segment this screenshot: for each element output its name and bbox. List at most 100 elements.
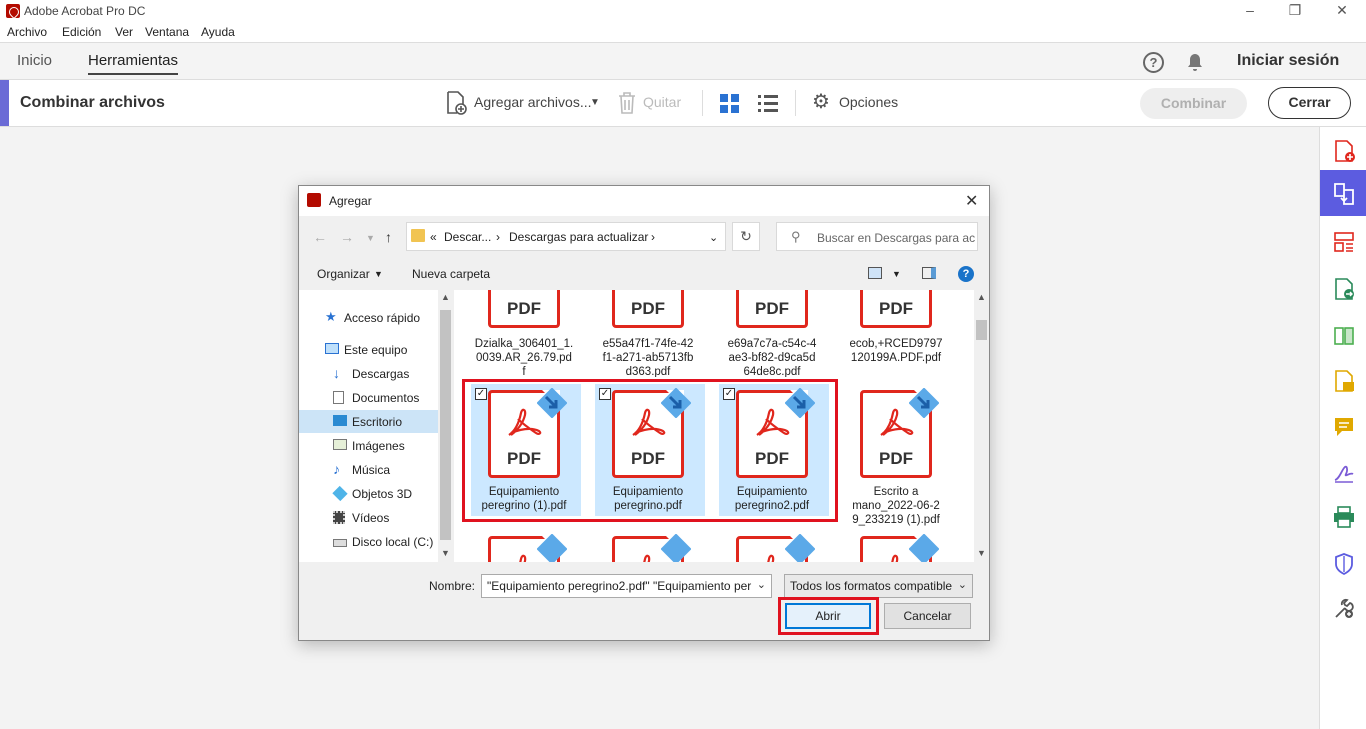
nav-pictures[interactable]: Imágenes	[333, 439, 405, 453]
right-tools-panel	[1319, 127, 1366, 729]
list-view-icon[interactable]	[758, 95, 778, 112]
address-bar[interactable]: « Descar... › Descargas para actualizar …	[406, 222, 726, 251]
recent-dropdown-icon[interactable]: ▼	[366, 233, 375, 243]
new-folder-button[interactable]: Nueva carpeta	[412, 267, 490, 281]
tab-inicio[interactable]: Inicio	[17, 52, 52, 69]
view-dropdown-icon[interactable]: ▼	[892, 269, 901, 279]
menu-ayuda[interactable]: Ayuda	[201, 25, 235, 39]
file-name[interactable]: Dzialka_306401_1. 0039.AR_26.79.pd f	[469, 337, 579, 377]
nav-scrollbar[interactable]: ▲ ▼	[438, 290, 453, 562]
file-list-pane: PDF PDF PDF PDF Dzialka_306401_1. 0039.A…	[454, 290, 974, 562]
nav-music[interactable]: ♪ Música	[333, 462, 391, 477]
menu-ver[interactable]: Ver	[115, 25, 133, 39]
nav-label: Imágenes	[352, 439, 405, 453]
change-view-icon[interactable]	[868, 267, 882, 279]
add-files-button[interactable]: Agregar archivos...	[474, 94, 592, 110]
bell-icon[interactable]	[1186, 53, 1204, 73]
pdf-file-icon[interactable]: PDF	[736, 290, 808, 328]
organize-pages-icon[interactable]	[1332, 230, 1356, 254]
scroll-down-icon[interactable]: ▼	[977, 548, 986, 558]
edit-pdf-icon[interactable]	[1332, 324, 1356, 348]
filetype-select[interactable]: Todos los formatos compatible ⌄	[784, 574, 973, 598]
trash-icon[interactable]	[618, 92, 636, 114]
menu-archivo[interactable]: Archivo	[7, 25, 47, 39]
chevron-down-icon[interactable]: ⌄	[757, 578, 766, 591]
protect-shield-icon[interactable]	[1332, 552, 1356, 576]
request-signatures-icon[interactable]	[1332, 369, 1356, 393]
acrobat-logo-icon	[6, 4, 20, 18]
pdf-label: PDF	[755, 299, 789, 318]
close-window-button[interactable]: ✕	[1330, 2, 1354, 19]
gear-icon[interactable]: ⚙	[812, 92, 830, 112]
nav-videos[interactable]: Vídeos	[333, 511, 389, 525]
dialog-footer: Nombre: "Equipamiento peregrino2.pdf" "E…	[299, 572, 989, 642]
desktop-icon	[333, 415, 347, 426]
scroll-down-icon[interactable]: ▼	[441, 548, 450, 558]
nav-label: Descargas	[352, 367, 410, 381]
nav-3d-objects[interactable]: Objetos 3D	[332, 485, 412, 502]
nav-desktop[interactable]: Escritorio	[333, 415, 402, 429]
pdf-file-icon[interactable]: PDF	[612, 290, 684, 328]
remove-button[interactable]: Quitar	[643, 94, 681, 110]
navigation-pane: ★ Acceso rápido Este equipo ↓ Descargas Do…	[299, 290, 453, 562]
up-arrow-icon[interactable]: ↑	[385, 229, 392, 245]
more-tools-icon[interactable]	[1332, 597, 1356, 621]
scan-ocr-icon[interactable]	[1332, 505, 1356, 529]
export-pdf-icon[interactable]	[1332, 277, 1356, 301]
help-icon[interactable]: ?	[1143, 52, 1164, 73]
options-button[interactable]: Opciones	[839, 94, 898, 110]
file-name[interactable]: e69a7c7a-c54c-4 ae3-bf82-d9ca5d 64de8c.p…	[717, 337, 827, 377]
file-name[interactable]: Escrito a mano_2022-06-2 9_233219 (1).pd…	[841, 485, 951, 527]
nav-documents[interactable]: Documentos	[333, 391, 419, 405]
pdf-file-icon[interactable]: PDF	[860, 290, 932, 328]
filename-input[interactable]: "Equipamiento peregrino2.pdf" "Equipamie…	[481, 574, 772, 598]
preview-pane-icon[interactable]	[922, 267, 936, 279]
nav-this-pc[interactable]: Este equipo	[325, 343, 407, 357]
shortcut-arrow-icon	[909, 388, 939, 418]
add-file-icon[interactable]	[446, 91, 468, 115]
search-input[interactable]: ⚲ Buscar en Descargas para ac...	[776, 222, 978, 251]
pdf-file-icon[interactable]: PDF	[488, 290, 560, 328]
nav-label: Música	[352, 463, 391, 477]
chevron-down-icon[interactable]: ⌄	[958, 578, 967, 591]
scroll-up-icon[interactable]: ▲	[441, 292, 450, 302]
file-scroll-thumb[interactable]	[976, 320, 987, 340]
grid-view-icon[interactable]	[720, 94, 739, 113]
dialog-title-bar: Agregar ✕	[299, 186, 989, 216]
nav-scroll-thumb[interactable]	[440, 310, 451, 540]
dialog-help-icon[interactable]: ?	[958, 266, 974, 282]
cancel-button[interactable]: Cancelar	[884, 603, 971, 629]
tab-herramientas[interactable]: Herramientas	[88, 52, 179, 75]
nav-downloads[interactable]: ↓ Descargas	[333, 366, 410, 381]
breadcrumb-descargas[interactable]: Descar...	[444, 230, 491, 244]
back-arrow-icon[interactable]: ←	[313, 229, 327, 245]
maximize-button[interactable]: ❐	[1283, 2, 1307, 19]
address-dropdown-icon[interactable]: ⌄	[709, 231, 718, 244]
title-bar: Adobe Acrobat Pro DC – ❐ ✕	[0, 0, 1366, 23]
organize-dropdown-icon[interactable]: ▼	[374, 269, 383, 279]
combine-toolbar: Combinar archivos Agregar archivos... ▼ …	[0, 80, 1366, 127]
organize-button[interactable]: Organizar	[317, 267, 370, 281]
menu-edicion[interactable]: Edición	[62, 25, 101, 39]
nav-local-disk[interactable]: Disco local (C:)	[333, 535, 433, 549]
refresh-icon[interactable]: ↻	[732, 222, 760, 251]
search-placeholder: Buscar en Descargas para ac...	[817, 231, 975, 245]
dialog-close-icon[interactable]: ✕	[965, 191, 978, 211]
create-pdf-icon[interactable]	[1332, 139, 1356, 163]
combine-button[interactable]: Combinar	[1140, 88, 1247, 119]
comment-icon[interactable]	[1332, 415, 1356, 439]
nav-quick-access[interactable]: ★ Acceso rápido	[325, 310, 420, 325]
file-name[interactable]: ecob,+RCED9797 120199A.PDF.pdf	[841, 337, 951, 365]
forward-arrow-icon[interactable]: →	[340, 229, 354, 245]
scroll-up-icon[interactable]: ▲	[977, 292, 986, 302]
combine-files-icon[interactable]	[1332, 182, 1356, 206]
fill-sign-icon[interactable]	[1332, 460, 1356, 484]
add-files-dropdown-icon[interactable]: ▼	[590, 97, 600, 108]
close-button[interactable]: Cerrar	[1268, 87, 1351, 119]
signin-button[interactable]: Iniciar sesión	[1237, 52, 1339, 70]
minimize-button[interactable]: –	[1238, 2, 1262, 18]
file-scrollbar[interactable]: ▲ ▼	[974, 290, 989, 562]
menu-ventana[interactable]: Ventana	[145, 25, 189, 39]
file-name[interactable]: e55a47f1-74fe-42 f1-a271-ab5713fb d363.p…	[593, 337, 703, 377]
breadcrumb-current-folder[interactable]: Descargas para actualizar	[509, 230, 648, 244]
